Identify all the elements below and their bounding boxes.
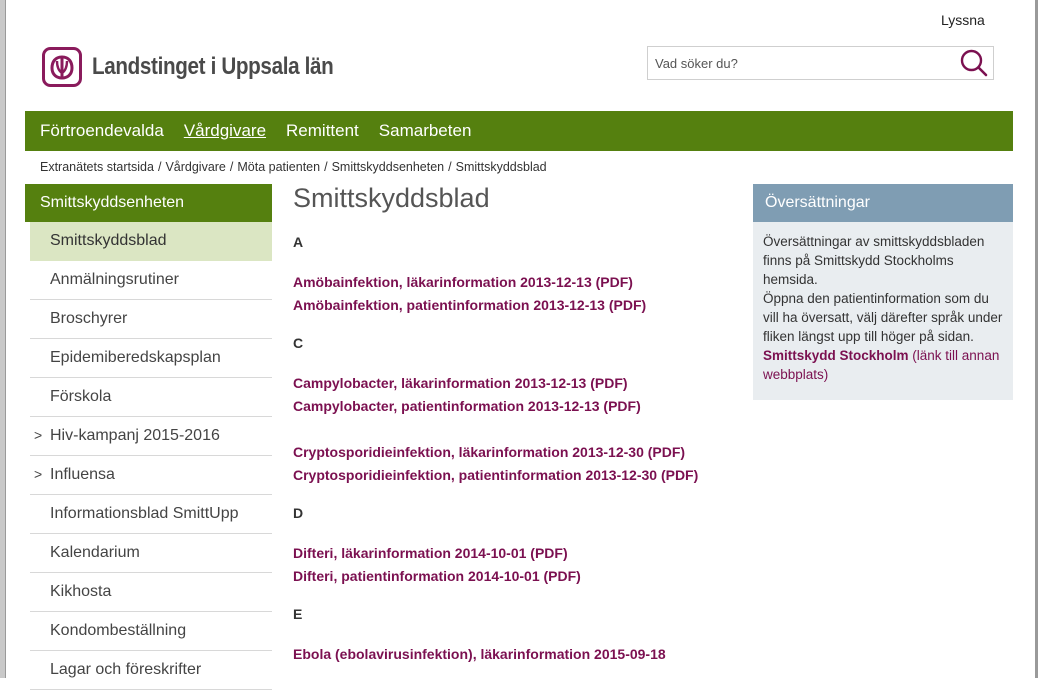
breadcrumb-separator: / [157, 160, 162, 174]
section-letter-d: D [293, 505, 304, 521]
sidebar-item-label: Kalendarium [50, 544, 140, 561]
pdf-link[interactable]: Campylobacter, patientinformation 2013-1… [293, 395, 733, 418]
section-letter-a: A [293, 234, 304, 250]
sidebar-item-label: Influensa [50, 466, 115, 483]
window-frame-left [0, 0, 6, 678]
sidebar-item-label: Förskola [50, 388, 112, 405]
breadcrumb-item-mota-patienten[interactable]: Möta patienten [237, 160, 320, 174]
sidebar-item-broschyrer[interactable]: Broschyrer [30, 300, 272, 339]
sidebar-item-informationsblad-smittupp[interactable]: Informationsblad SmittUpp [30, 495, 272, 534]
breadcrumb-current: Smittskyddsblad [455, 160, 547, 174]
pdf-link[interactable]: Amöbainfektion, läkarinformation 2013-12… [293, 271, 733, 294]
sidebar-item-label: Informationsblad SmittUpp [50, 505, 239, 522]
breadcrumb-separator: / [229, 160, 234, 174]
sidebar-item-kondombestallning[interactable]: Kondombeställning [30, 612, 272, 651]
sidebar-item-label: Kikhosta [50, 583, 112, 600]
sidebar-item-label: Lagar och föreskrifter [50, 661, 202, 678]
sidebar-item-kikhosta[interactable]: Kikhosta [30, 573, 272, 612]
section-letter-e: E [293, 606, 303, 622]
link-group: Campylobacter, läkarinformation 2013-12-… [293, 372, 733, 418]
pdf-link[interactable]: Campylobacter, läkarinformation 2013-12-… [293, 372, 733, 395]
main-content: Smittskyddsblad A Amöbainfektion, läkari… [293, 180, 733, 666]
breadcrumb-item-smittskyddsenheten[interactable]: Smittskyddsenheten [332, 160, 445, 174]
sidebar-item-label: Epidemiberedskapsplan [50, 349, 221, 366]
page-title: Smittskyddsblad [293, 183, 490, 213]
link-strong-text: Smittskydd Stockholm [763, 348, 909, 363]
chevron-right-icon: > [34, 466, 43, 482]
logo-text: Landstinget i Uppsala län [92, 53, 334, 80]
sidebar-heading[interactable]: Smittskyddsenheten [25, 184, 272, 222]
search-box [647, 46, 994, 80]
sidebar-item-smittskyddsblad[interactable]: Smittskyddsblad [30, 222, 272, 261]
pdf-link[interactable]: Difteri, läkarinformation 2014-10-01 (PD… [293, 542, 733, 565]
sidebar-item-epidemiberedskapsplan[interactable]: Epidemiberedskapsplan [30, 339, 272, 378]
sidebar-item-anmalningsrutiner[interactable]: Anmälningsrutiner [30, 261, 272, 300]
smittskydd-stockholm-link[interactable]: Smittskydd Stockholm (länk till annan we… [763, 348, 999, 382]
topnav-item-samarbeten[interactable]: Samarbeten [379, 121, 472, 141]
sidebar-item-label: Broschyrer [50, 310, 128, 327]
sidebar-item-label: Anmälningsrutiner [50, 271, 179, 288]
sidebar-item-hiv-kampanj[interactable]: > Hiv-kampanj 2015-2016 [30, 417, 272, 456]
chevron-right-icon: > [34, 427, 43, 443]
pdf-link[interactable]: Cryptosporidieinfektion, patientinformat… [293, 464, 733, 487]
topnav-item-remittent[interactable]: Remittent [286, 121, 359, 141]
landstinget-logo-icon [42, 47, 82, 87]
breadcrumb-separator: / [448, 160, 452, 174]
pdf-link[interactable]: Cryptosporidieinfektion, läkarinformatio… [293, 441, 733, 464]
topnav-item-fortroendevalda[interactable]: Förtroendevalda [40, 121, 164, 141]
listen-link[interactable]: Lyssna [941, 12, 985, 28]
link-group: Difteri, läkarinformation 2014-10-01 (PD… [293, 542, 733, 588]
sidebar-item-label: Smittskyddsblad [50, 232, 167, 249]
sidebar-item-label: Kondombeställning [50, 622, 187, 639]
sidebar-item-lagar-och-foreskrifter[interactable]: Lagar och föreskrifter [30, 651, 272, 690]
site-logo[interactable]: Landstinget i Uppsala län [42, 47, 373, 87]
search-icon [960, 49, 988, 77]
link-group: Amöbainfektion, läkarinformation 2013-12… [293, 271, 733, 317]
sidebar-list: Smittskyddsblad Anmälningsrutiner Brosch… [25, 222, 272, 690]
link-group: Ebola (ebolavirusinfektion), läkarinform… [293, 643, 733, 666]
topnav-item-vardgivare[interactable]: Vårdgivare [184, 121, 266, 141]
section-sidebar: Smittskyddsenheten Smittskyddsblad Anmäl… [25, 184, 272, 690]
pdf-link[interactable]: Difteri, patientinformation 2014-10-01 (… [293, 565, 733, 588]
search-button[interactable] [955, 47, 993, 79]
pdf-link[interactable]: Ebola (ebolavirusinfektion), läkarinform… [293, 643, 733, 666]
section-letter-c: C [293, 335, 304, 351]
breadcrumb-item-start[interactable]: Extranätets startsida [40, 160, 154, 174]
top-navigation: Förtroendevalda Vårdgivare Remittent Sam… [25, 111, 1013, 151]
search-input[interactable] [648, 48, 955, 78]
translations-text: Översättningar av smittskyddsbladen finn… [763, 234, 985, 287]
breadcrumb-item-vardgivare[interactable]: Vårdgivare [165, 160, 225, 174]
sidebar-item-label: Hiv-kampanj 2015-2016 [50, 427, 220, 444]
link-group: Cryptosporidieinfektion, läkarinformatio… [293, 441, 733, 487]
breadcrumb: Extranätets startsida / Vårdgivare / Möta pa… [40, 160, 547, 174]
sidebar-item-influensa[interactable]: > Influensa [30, 456, 272, 495]
translations-instructions: Öppna den patientinformation som du vill… [763, 291, 1003, 344]
breadcrumb-separator: / [324, 160, 328, 174]
translations-box: Översättningar Översättningar av smittsk… [753, 184, 1013, 400]
translations-heading: Översättningar [753, 184, 1013, 222]
sidebar-item-kalendarium[interactable]: Kalendarium [30, 534, 272, 573]
sidebar-item-forskola[interactable]: Förskola [30, 378, 272, 417]
translations-body: Översättningar av smittskyddsbladen finn… [753, 222, 1013, 400]
pdf-link[interactable]: Amöbainfektion, patientinformation 2013-… [293, 294, 733, 317]
